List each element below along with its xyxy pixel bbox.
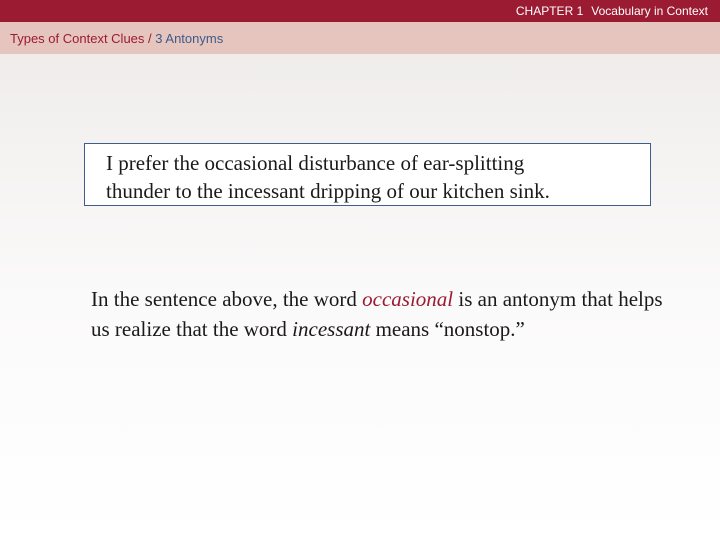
breadcrumb: Types of Context Clues / 3 Antonyms (10, 31, 223, 46)
example-sentence-box: I prefer the occasional disturbance of e… (84, 143, 651, 206)
top-banner: CHAPTER 1 Vocabulary in Context (0, 0, 720, 22)
breadcrumb-section: Types of Context Clues (10, 31, 145, 46)
breadcrumb-bar: Types of Context Clues / 3 Antonyms (0, 22, 720, 54)
breadcrumb-current: 3 Antonyms (155, 31, 224, 46)
explanation-part-1: In the sentence above, the word (91, 287, 363, 311)
example-sentence: I prefer the occasional disturbance of e… (106, 149, 650, 205)
chapter-number: CHAPTER 1 (515, 4, 584, 18)
explanation-paragraph: In the sentence above, the word occasion… (91, 284, 666, 344)
example-line-2: thunder to the incessant dripping of our… (106, 179, 550, 203)
antonym-term: occasional (362, 287, 454, 311)
chapter-title: Vocabulary in Context (591, 4, 708, 18)
explanation-part-3: means “nonstop.” (370, 317, 525, 341)
target-term: incessant (292, 317, 371, 341)
example-line-1: I prefer the occasional disturbance of e… (106, 151, 525, 175)
chapter-heading: CHAPTER 1 Vocabulary in Context (516, 4, 708, 18)
breadcrumb-separator: / (148, 31, 152, 46)
